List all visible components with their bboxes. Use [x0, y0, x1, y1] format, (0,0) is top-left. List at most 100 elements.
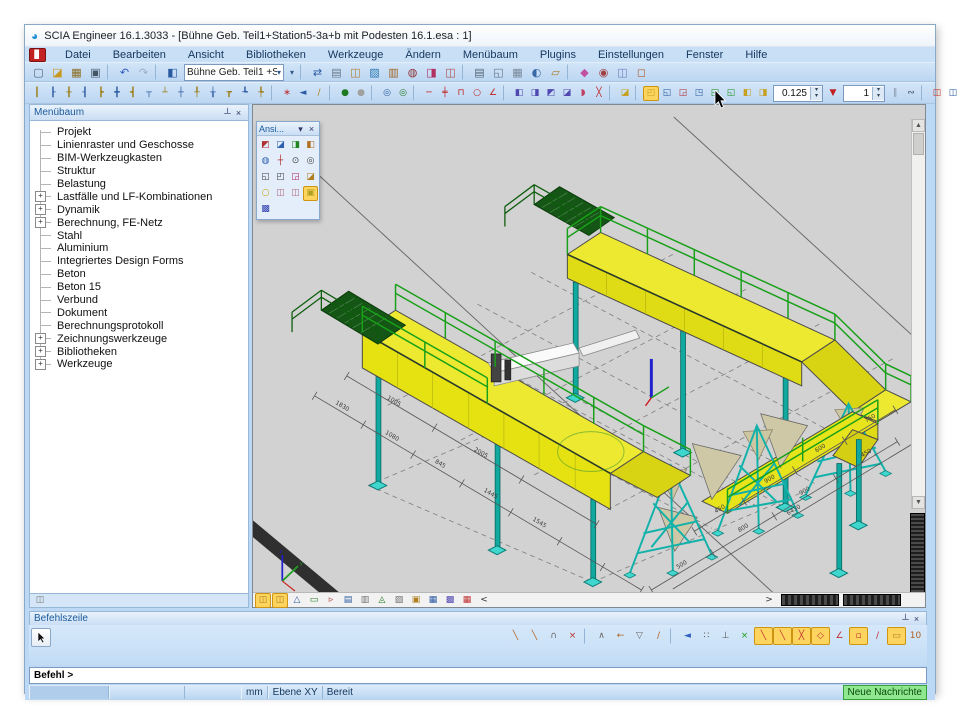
- snap-segment-icon[interactable]: ╲: [525, 627, 544, 645]
- engineering-report-icon[interactable]: ◫: [346, 63, 365, 81]
- ucs-icon[interactable]: ┼: [273, 154, 288, 169]
- report-icon[interactable]: ▤: [327, 63, 346, 81]
- undo-icon[interactable]: ↶: [115, 63, 134, 81]
- snap-ten-icon[interactable]: 10: [906, 627, 925, 645]
- search-node-icon[interactable]: ◎: [395, 86, 411, 101]
- search-member-icon[interactable]: ◎: [379, 86, 395, 101]
- hatch-icon[interactable]: ▨: [391, 593, 407, 608]
- expand-plus-icon[interactable]: +: [35, 346, 46, 357]
- expand-plus-icon[interactable]: +: [35, 217, 46, 228]
- perspective-icon[interactable]: ▭: [306, 593, 322, 608]
- sidebar-item-stahl[interactable]: + Stahl: [30, 229, 248, 242]
- member-activity-icon[interactable]: ◫: [929, 86, 945, 101]
- stiffener-icon[interactable]: ╄: [253, 86, 269, 101]
- new-document-icon[interactable]: ▢: [29, 63, 48, 81]
- member-rect-icon[interactable]: ┨: [77, 86, 93, 101]
- member-check-icon[interactable]: ◫: [613, 63, 632, 81]
- sidebar-item-zeichnung[interactable]: + Zeichnungswerkzeuge: [30, 332, 248, 345]
- zoom-selection-icon[interactable]: ◲: [288, 170, 303, 185]
- viewport-vertical-scrollbar[interactable]: ▲ ▼: [911, 119, 925, 509]
- bim-clean-icon[interactable]: ◆: [575, 63, 594, 81]
- sidebar-item-verbund[interactable]: + Verbund: [30, 294, 248, 307]
- solid-view-icon[interactable]: ▣: [408, 593, 424, 608]
- zoom-window-icon[interactable]: ◱: [258, 170, 273, 185]
- snap-off-icon[interactable]: ×: [735, 627, 754, 645]
- terrain-icon[interactable]: ◬: [374, 593, 390, 608]
- check-structure-icon[interactable]: ◉: [594, 63, 613, 81]
- view-axo-icon[interactable]: ◧: [303, 138, 318, 153]
- select-cursor-icon[interactable]: ◄: [295, 86, 311, 101]
- ortho-icon[interactable]: ⊥: [716, 627, 735, 645]
- sidebar-item-dynamik[interactable]: + Dynamik: [30, 203, 248, 216]
- open-layer-icon[interactable]: ◪: [617, 86, 633, 101]
- xml-icon[interactable]: ▨: [365, 63, 384, 81]
- snap-intersection-icon[interactable]: ╳: [792, 627, 811, 645]
- document-edit-icon[interactable]: ▱: [546, 63, 565, 81]
- visibility-on-icon[interactable]: ●: [337, 86, 353, 101]
- paper-space-icon[interactable]: ◫: [441, 63, 460, 81]
- beam-icon[interactable]: ┃: [29, 86, 45, 101]
- new-messages-badge[interactable]: Neue Nachrichte: [843, 685, 927, 700]
- open-project-icon[interactable]: ◪: [48, 63, 67, 81]
- save-icon[interactable]: ▣: [86, 63, 105, 81]
- count-spinner[interactable]: 1 ▾▾: [843, 85, 885, 102]
- print-preview-icon[interactable]: ◱: [489, 63, 508, 81]
- spin-down-icon[interactable]: ▾: [873, 93, 884, 100]
- cross-beam-icon[interactable]: ╂: [61, 86, 77, 101]
- scale-icon[interactable]: ∥: [887, 86, 903, 101]
- clip-front-icon[interactable]: ◫: [273, 186, 288, 201]
- cleat-icon[interactable]: ┺: [237, 86, 253, 101]
- section-icon[interactable]: ▤: [340, 593, 356, 608]
- activity-filter-icon[interactable]: ▼: [825, 86, 841, 101]
- grid-icon[interactable]: ▦: [459, 593, 475, 608]
- zoom-out-icon[interactable]: ◎: [303, 154, 318, 169]
- snap-undo-icon[interactable]: ←: [611, 627, 630, 645]
- truss-member-icon[interactable]: ┣: [93, 86, 109, 101]
- snap-orthopoint-icon[interactable]: ◇: [811, 627, 830, 645]
- window-activity-2-icon[interactable]: ◱: [659, 86, 675, 101]
- command-input[interactable]: Befehl >: [29, 667, 927, 684]
- mirror-icon[interactable]: ◪: [559, 86, 575, 101]
- web-viewer-icon[interactable]: ◍: [403, 63, 422, 81]
- table-composer-icon[interactable]: ▦: [508, 63, 527, 81]
- wireframe-icon[interactable]: ▣: [303, 186, 318, 201]
- sidebar-item-protokoll[interactable]: + Berechnungsprotokoll: [30, 319, 248, 332]
- menu-plugins[interactable]: Plugins: [529, 49, 587, 61]
- status-plane[interactable]: Ebene XY: [268, 686, 323, 699]
- view-palette-header[interactable]: Ansi... ▾ ×: [257, 122, 319, 136]
- window-activity-1-icon[interactable]: ◰: [643, 86, 659, 101]
- subregion-icon[interactable]: ┼: [173, 86, 189, 101]
- close-icon[interactable]: ×: [911, 614, 922, 624]
- project-combo[interactable]: Bühne Geb. Teil1 +S ▾: [184, 64, 284, 81]
- snap-join-icon[interactable]: ∕: [649, 627, 668, 645]
- scroll-right-icon[interactable]: >: [761, 593, 777, 608]
- sidebar-item-belastung[interactable]: + Belastung: [30, 178, 248, 191]
- axonometry-icon[interactable]: △: [289, 593, 305, 608]
- snap-arc-center-icon[interactable]: ∕: [868, 627, 887, 645]
- snap-filter-icon[interactable]: ▽: [630, 627, 649, 645]
- combo-history-button[interactable]: ▾: [286, 65, 298, 80]
- command-panel-header[interactable]: Befehlszeile ┴ ×: [29, 611, 927, 625]
- line-icon[interactable]: ─: [421, 86, 437, 101]
- snap-endpoint-icon[interactable]: ╲: [773, 627, 792, 645]
- shell-icon[interactable]: ┬: [141, 86, 157, 101]
- move-icon[interactable]: ◩: [543, 86, 559, 101]
- window-activity-7-icon[interactable]: ◧: [739, 86, 755, 101]
- haunch-icon[interactable]: ┲: [221, 86, 237, 101]
- visibility-off-icon[interactable]: ●: [353, 86, 369, 101]
- snap-delete-icon[interactable]: ×: [563, 627, 582, 645]
- menu-einstellungen[interactable]: Einstellungen: [587, 49, 675, 61]
- expand-plus-icon[interactable]: +: [35, 359, 46, 370]
- lamp-icon[interactable]: ○: [258, 186, 273, 201]
- selection-cursor-button[interactable]: [31, 628, 51, 647]
- expand-plus-icon[interactable]: +: [35, 191, 46, 202]
- menu-tree-header[interactable]: Menübaum ┴ ×: [29, 104, 249, 120]
- info-icon[interactable]: ◻: [632, 63, 651, 81]
- reference-activity-icon[interactable]: ◫: [945, 86, 960, 101]
- sidebar-item-bim[interactable]: + BIM-Werkzeugkasten: [30, 152, 248, 165]
- named-view-icon[interactable]: ▹: [323, 593, 339, 608]
- sidebar-item-lastfaelle[interactable]: + Lastfälle und LF-Kombinationen: [30, 190, 248, 203]
- clipboard-icon[interactable]: ▥: [384, 63, 403, 81]
- menu-aendern[interactable]: Ändern: [394, 49, 451, 61]
- plate-icon[interactable]: ╋: [109, 86, 125, 101]
